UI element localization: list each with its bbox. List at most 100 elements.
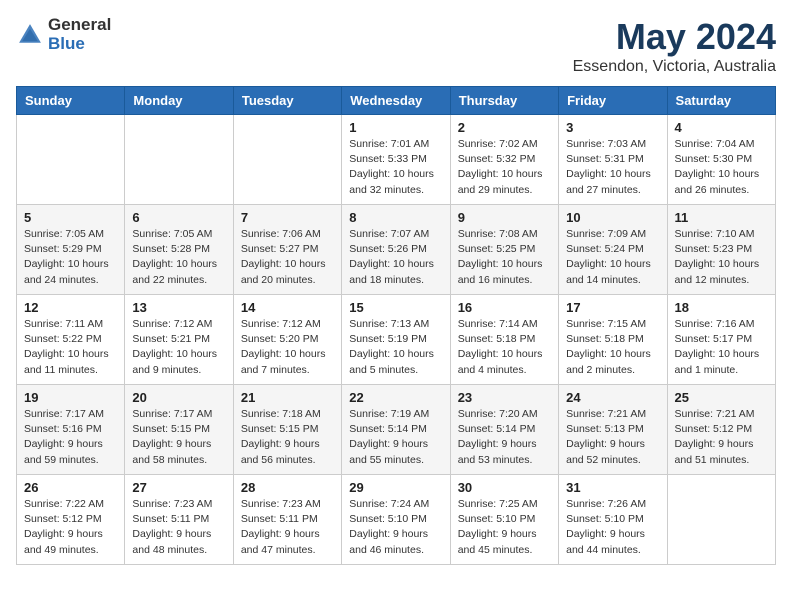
calendar-cell: 7Sunrise: 7:06 AM Sunset: 5:27 PM Daylig…: [233, 205, 341, 295]
calendar-cell: 15Sunrise: 7:13 AM Sunset: 5:19 PM Dayli…: [342, 295, 450, 385]
day-info: Sunrise: 7:14 AM Sunset: 5:18 PM Dayligh…: [458, 317, 551, 378]
calendar-cell: 1 Sunrise: 7:01 AM Sunset: 5:33 PM Daylig…: [342, 115, 450, 205]
calendar-cell: 8 Sunrise: 7:07 AM Sunset: 5:26 PM Daylig…: [342, 205, 450, 295]
day-number: 26: [24, 480, 117, 495]
day-number: 8: [349, 210, 442, 225]
day-number: 28: [241, 480, 334, 495]
logo-icon: [16, 21, 44, 49]
weekday-header-sunday: Sunday: [17, 87, 125, 115]
calendar-cell: 2Sunrise: 7:02 AM Sunset: 5:32 PM Daylig…: [450, 115, 558, 205]
day-info: Sunrise: 7:21 AM Sunset: 5:13 PM Dayligh…: [566, 407, 659, 468]
calendar-cell: 16 Sunrise: 7:14 AM Sunset: 5:18 PM Dayli…: [450, 295, 558, 385]
calendar-header-row: SundayMondayTuesdayWednesdayThursdayFrid…: [17, 87, 776, 115]
calendar-week-row: 19 Sunrise: 7:17 AM Sunset: 5:16 PM Dayli…: [17, 385, 776, 475]
day-number: 7: [241, 210, 334, 225]
day-info: Sunrise: 7:23 AM Sunset: 5:11 PM Dayligh…: [132, 497, 225, 558]
day-number: 10: [566, 210, 659, 225]
day-info: Sunrise: 7:08 AM Sunset: 5:25 PM Dayligh…: [458, 227, 551, 288]
day-info: Sunrise: 7:24 AM Sunset: 5:10 PM Dayligh…: [349, 497, 442, 558]
calendar-cell: 3 Sunrise: 7:03 AM Sunset: 5:31 PM Daylig…: [559, 115, 667, 205]
calendar-week-row: 12 Sunrise: 7:11 AM Sunset: 5:22 PM Dayli…: [17, 295, 776, 385]
day-info: Sunrise: 7:20 AM Sunset: 5:14 PM Dayligh…: [458, 407, 551, 468]
logo-text: General Blue: [48, 16, 111, 53]
logo-blue: Blue: [48, 35, 111, 54]
month-title: May 2024: [573, 16, 776, 58]
calendar-week-row: 1 Sunrise: 7:01 AM Sunset: 5:33 PM Daylig…: [17, 115, 776, 205]
day-number: 16: [458, 300, 551, 315]
weekday-header-tuesday: Tuesday: [233, 87, 341, 115]
calendar-cell: 24 Sunrise: 7:21 AM Sunset: 5:13 PM Dayli…: [559, 385, 667, 475]
calendar-cell: [667, 475, 775, 565]
day-info: Sunrise: 7:01 AM Sunset: 5:33 PM Dayligh…: [349, 137, 442, 198]
calendar-cell: 21Sunrise: 7:18 AM Sunset: 5:15 PM Dayli…: [233, 385, 341, 475]
calendar-cell: [125, 115, 233, 205]
day-number: 17: [566, 300, 659, 315]
day-number: 6: [132, 210, 225, 225]
day-number: 25: [675, 390, 768, 405]
day-number: 23: [458, 390, 551, 405]
calendar-cell: 14 Sunrise: 7:12 AM Sunset: 5:20 PM Dayli…: [233, 295, 341, 385]
calendar-cell: 17 Sunrise: 7:15 AM Sunset: 5:18 PM Dayli…: [559, 295, 667, 385]
calendar-cell: 28 Sunrise: 7:23 AM Sunset: 5:11 PM Dayli…: [233, 475, 341, 565]
day-number: 12: [24, 300, 117, 315]
day-info: Sunrise: 7:17 AM Sunset: 5:15 PM Dayligh…: [132, 407, 225, 468]
calendar-cell: [233, 115, 341, 205]
day-info: Sunrise: 7:03 AM Sunset: 5:31 PM Dayligh…: [566, 137, 659, 198]
day-number: 14: [241, 300, 334, 315]
calendar-table: SundayMondayTuesdayWednesdayThursdayFrid…: [16, 86, 776, 565]
day-info: Sunrise: 7:26 AM Sunset: 5:10 PM Dayligh…: [566, 497, 659, 558]
day-number: 20: [132, 390, 225, 405]
day-info: Sunrise: 7:11 AM Sunset: 5:22 PM Dayligh…: [24, 317, 117, 378]
logo: General Blue: [16, 16, 111, 53]
day-info: Sunrise: 7:05 AM Sunset: 5:28 PM Dayligh…: [132, 227, 225, 288]
day-number: 3: [566, 120, 659, 135]
calendar-cell: 29 Sunrise: 7:24 AM Sunset: 5:10 PM Dayli…: [342, 475, 450, 565]
day-number: 21: [241, 390, 334, 405]
day-number: 9: [458, 210, 551, 225]
calendar-cell: 10Sunrise: 7:09 AM Sunset: 5:24 PM Dayli…: [559, 205, 667, 295]
weekday-header-wednesday: Wednesday: [342, 87, 450, 115]
day-info: Sunrise: 7:25 AM Sunset: 5:10 PM Dayligh…: [458, 497, 551, 558]
day-number: 24: [566, 390, 659, 405]
day-info: Sunrise: 7:05 AM Sunset: 5:29 PM Dayligh…: [24, 227, 117, 288]
day-info: Sunrise: 7:16 AM Sunset: 5:17 PM Dayligh…: [675, 317, 768, 378]
weekday-header-monday: Monday: [125, 87, 233, 115]
calendar-cell: 5Sunrise: 7:05 AM Sunset: 5:29 PM Daylig…: [17, 205, 125, 295]
location-title: Essendon, Victoria, Australia: [573, 58, 776, 76]
day-info: Sunrise: 7:17 AM Sunset: 5:16 PM Dayligh…: [24, 407, 117, 468]
weekday-header-thursday: Thursday: [450, 87, 558, 115]
calendar-cell: 22Sunrise: 7:19 AM Sunset: 5:14 PM Dayli…: [342, 385, 450, 475]
calendar-cell: 13 Sunrise: 7:12 AM Sunset: 5:21 PM Dayli…: [125, 295, 233, 385]
day-info: Sunrise: 7:07 AM Sunset: 5:26 PM Dayligh…: [349, 227, 442, 288]
day-info: Sunrise: 7:12 AM Sunset: 5:21 PM Dayligh…: [132, 317, 225, 378]
calendar-cell: 26 Sunrise: 7:22 AM Sunset: 5:12 PM Dayli…: [17, 475, 125, 565]
calendar-cell: 9 Sunrise: 7:08 AM Sunset: 5:25 PM Daylig…: [450, 205, 558, 295]
day-info: Sunrise: 7:19 AM Sunset: 5:14 PM Dayligh…: [349, 407, 442, 468]
calendar-cell: [17, 115, 125, 205]
calendar-week-row: 26 Sunrise: 7:22 AM Sunset: 5:12 PM Dayli…: [17, 475, 776, 565]
calendar-cell: 12 Sunrise: 7:11 AM Sunset: 5:22 PM Dayli…: [17, 295, 125, 385]
day-info: Sunrise: 7:15 AM Sunset: 5:18 PM Dayligh…: [566, 317, 659, 378]
calendar-week-row: 5Sunrise: 7:05 AM Sunset: 5:29 PM Daylig…: [17, 205, 776, 295]
day-info: Sunrise: 7:23 AM Sunset: 5:11 PM Dayligh…: [241, 497, 334, 558]
day-number: 4: [675, 120, 768, 135]
day-info: Sunrise: 7:04 AM Sunset: 5:30 PM Dayligh…: [675, 137, 768, 198]
day-number: 2: [458, 120, 551, 135]
logo-general: General: [48, 16, 111, 35]
day-number: 30: [458, 480, 551, 495]
day-info: Sunrise: 7:22 AM Sunset: 5:12 PM Dayligh…: [24, 497, 117, 558]
day-number: 27: [132, 480, 225, 495]
day-number: 31: [566, 480, 659, 495]
calendar-cell: 6 Sunrise: 7:05 AM Sunset: 5:28 PM Daylig…: [125, 205, 233, 295]
day-number: 1: [349, 120, 442, 135]
day-number: 19: [24, 390, 117, 405]
calendar-cell: 25Sunrise: 7:21 AM Sunset: 5:12 PM Dayli…: [667, 385, 775, 475]
day-number: 11: [675, 210, 768, 225]
day-info: Sunrise: 7:12 AM Sunset: 5:20 PM Dayligh…: [241, 317, 334, 378]
calendar-cell: 19 Sunrise: 7:17 AM Sunset: 5:16 PM Dayli…: [17, 385, 125, 475]
calendar-cell: 20 Sunrise: 7:17 AM Sunset: 5:15 PM Dayli…: [125, 385, 233, 475]
day-number: 29: [349, 480, 442, 495]
calendar-cell: 18Sunrise: 7:16 AM Sunset: 5:17 PM Dayli…: [667, 295, 775, 385]
day-number: 13: [132, 300, 225, 315]
title-block: May 2024 Essendon, Victoria, Australia: [573, 16, 776, 76]
